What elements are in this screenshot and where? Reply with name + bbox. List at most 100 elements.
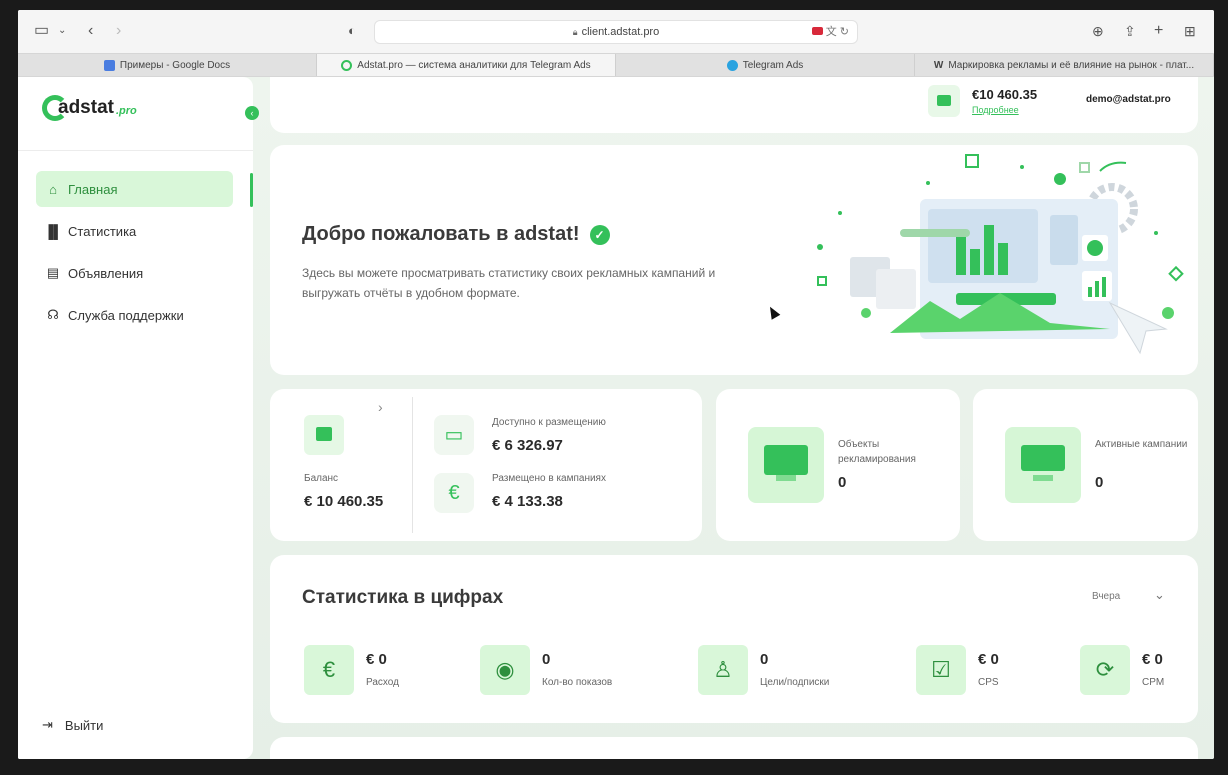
chevron-right-icon[interactable]: › xyxy=(378,399,383,415)
kpi-active-campaigns[interactable]: Активные кампании 0 xyxy=(973,389,1198,541)
sidebar: adstat .pro ‹ ⌂ Главная ▐▌ Статистика ▤ Объя… xyxy=(18,77,259,759)
sidebar-item-support[interactable]: ☊ Служба поддержки xyxy=(36,297,233,333)
metric-value: 0 xyxy=(760,651,769,668)
next-card xyxy=(270,737,1198,759)
sidebar-item-label: Главная xyxy=(68,181,118,197)
address-bar[interactable]: 🔒︎ client.adstat.pro 文 ↻ xyxy=(374,20,858,44)
sidebar-item-home[interactable]: ⌂ Главная xyxy=(36,171,233,207)
euro-icon: € xyxy=(434,473,474,513)
user-icon: ♙ xyxy=(698,645,748,695)
welcome-title: Добро пожаловать в adstat! ✓ xyxy=(302,223,610,246)
stats-card: Статистика в цифрах Вчера ⌄ € € 0 Расход… xyxy=(270,555,1198,723)
check-icon: ✓ xyxy=(589,224,610,245)
tab-adstat[interactable]: Adstat.pro — система аналитики для Teleg… xyxy=(317,54,616,76)
header-balance: €10 460.35 xyxy=(972,87,1038,102)
document-icon: ▤ xyxy=(46,265,60,280)
browser-toolbar: ▭ ⌄ ‹ › ◐ 🔒︎ client.adstat.pro 文 ↻ ⊕ ⇪ + … xyxy=(18,10,1214,53)
tab-label: Adstat.pro — система аналитики для Teleg… xyxy=(357,59,591,71)
sidebar-item-ads[interactable]: ▤ Объявления xyxy=(36,255,233,291)
download-icon[interactable]: ⊕ xyxy=(1092,22,1104,40)
kpi-label: Активные кампании xyxy=(1095,439,1188,450)
sidebar-toggle-icon[interactable]: ▭ xyxy=(34,22,49,40)
sidebar-item-label: Статистика xyxy=(68,223,137,239)
available-label: Доступно к размещению xyxy=(492,417,606,428)
forward-icon[interactable]: › xyxy=(116,22,121,40)
new-tab-icon[interactable]: + xyxy=(1154,22,1163,40)
metric-label: CPM xyxy=(1142,677,1165,688)
credit-card-icon xyxy=(1005,427,1081,503)
tab-label: Примеры - Google Docs xyxy=(119,59,231,71)
eye-icon: ◉ xyxy=(480,645,530,695)
url-text: client.adstat.pro xyxy=(581,26,660,38)
app-root: adstat .pro ‹ ⌂ Главная ▐▌ Статистика ▤ Объя… xyxy=(18,77,1214,759)
kpi-value: 0 xyxy=(838,474,847,491)
card-icon: ▭ xyxy=(434,415,474,455)
tab-telegram-ads[interactable]: Telegram Ads xyxy=(616,54,915,76)
telegram-icon xyxy=(726,59,738,71)
tab-label: Маркировка рекламы и её влияние на рынок… xyxy=(948,59,1195,71)
balance-details-link[interactable]: Подробнее xyxy=(972,105,1019,115)
tab-google-docs[interactable]: Примеры - Google Docs xyxy=(18,54,317,76)
checkbox-icon: ☑ xyxy=(916,645,966,695)
user-email[interactable]: demo@adstat.pro xyxy=(1086,94,1171,105)
sidebar-nav: ⌂ Главная ▐▌ Статистика ▤ Объявления ☊ Служб… xyxy=(36,171,233,339)
browser-window: ▭ ⌄ ‹ › ◐ 🔒︎ client.adstat.pro 文 ↻ ⊕ ⇪ + … xyxy=(18,10,1214,759)
collapse-sidebar-button[interactable]: ‹ xyxy=(245,106,259,120)
lock-icon: 🔒︎ xyxy=(572,27,578,37)
chevron-down-icon[interactable]: ⌄ xyxy=(1154,587,1165,603)
logo[interactable]: adstat .pro xyxy=(42,91,137,125)
welcome-card: Добро пожаловать в adstat! ✓ Здесь вы мож… xyxy=(270,145,1198,375)
metric-label: CPS xyxy=(978,677,999,688)
chevron-down-icon[interactable]: ⌄ xyxy=(58,22,66,40)
sidebar-item-statistics[interactable]: ▐▌ Статистика xyxy=(36,213,233,249)
placed-label: Размещено в кампаниях xyxy=(492,473,606,484)
welcome-text: Здесь вы можете просматривать статистику… xyxy=(302,266,716,300)
stats-title: Статистика в цифрах xyxy=(302,587,504,608)
euro-icon: € xyxy=(304,645,354,695)
metric-value: 0 xyxy=(542,651,551,668)
logout-button[interactable]: ⇥ Выйти xyxy=(42,717,103,733)
logout-icon: ⇥ xyxy=(42,717,53,732)
docs-icon xyxy=(103,59,115,71)
wallet-icon xyxy=(928,85,960,117)
extension-icon[interactable] xyxy=(811,27,823,35)
metric-value: € 0 xyxy=(978,651,999,668)
balance-label: Баланс xyxy=(304,473,339,484)
dashboard-illustration xyxy=(817,154,1184,355)
period-select[interactable]: Вчера xyxy=(1092,591,1120,602)
tab-overview-icon[interactable]: ⊞ xyxy=(1184,22,1196,40)
headset-icon: ☊ xyxy=(47,307,59,322)
available-value: € 6 326.97 xyxy=(492,437,563,454)
kpi-label: Объекты рекламирования xyxy=(838,439,916,465)
shield-icon[interactable]: ◐ xyxy=(348,22,356,40)
top-bar: €10 460.35 Подробнее demo@adstat.pro xyxy=(270,77,1198,133)
placed-value: € 4 133.38 xyxy=(492,493,563,510)
share-icon[interactable]: ⇪ xyxy=(1124,22,1136,40)
extensions-area[interactable]: 文 ↻ xyxy=(811,21,849,43)
reload-icon[interactable]: ↻ xyxy=(840,26,849,38)
metric-label: Кол-во показов xyxy=(542,677,613,688)
adstat-icon xyxy=(341,59,353,71)
back-icon[interactable]: ‹ xyxy=(88,22,93,40)
balance-value: € 10 460.35 xyxy=(304,493,384,510)
translate-icon[interactable]: 文 xyxy=(826,26,837,38)
bar-chart-icon: ▐▌ xyxy=(44,223,63,239)
metric-label: Цели/подписки xyxy=(760,677,830,688)
logo-suffix: .pro xyxy=(115,105,137,117)
logout-label: Выйти xyxy=(64,717,104,733)
divider xyxy=(412,397,413,533)
home-icon: ⌂ xyxy=(49,181,57,197)
monitor-icon xyxy=(748,427,824,503)
tab-label: Telegram Ads xyxy=(742,59,804,71)
divider xyxy=(18,150,253,151)
tab-bar: Примеры - Google Docs Adstat.pro — систе… xyxy=(18,53,1214,77)
tab-wiki[interactable]: W Маркировка рекламы и её влияние на рыно… xyxy=(915,54,1214,76)
sidebar-item-label: Служба поддержки xyxy=(68,307,184,323)
kpi-ad-objects[interactable]: Объекты рекламирования 0 xyxy=(716,389,960,541)
sidebar-item-label: Объявления xyxy=(68,265,144,281)
metric-value: € 0 xyxy=(366,651,387,668)
metric-label: Расход xyxy=(366,677,399,688)
finance-card: › Баланс € 10 460.35 ▭ Доступно к размещ… xyxy=(270,389,702,541)
welcome-title-text: Добро пожаловать в adstat! xyxy=(302,223,580,245)
logo-text: adstat xyxy=(58,97,114,118)
